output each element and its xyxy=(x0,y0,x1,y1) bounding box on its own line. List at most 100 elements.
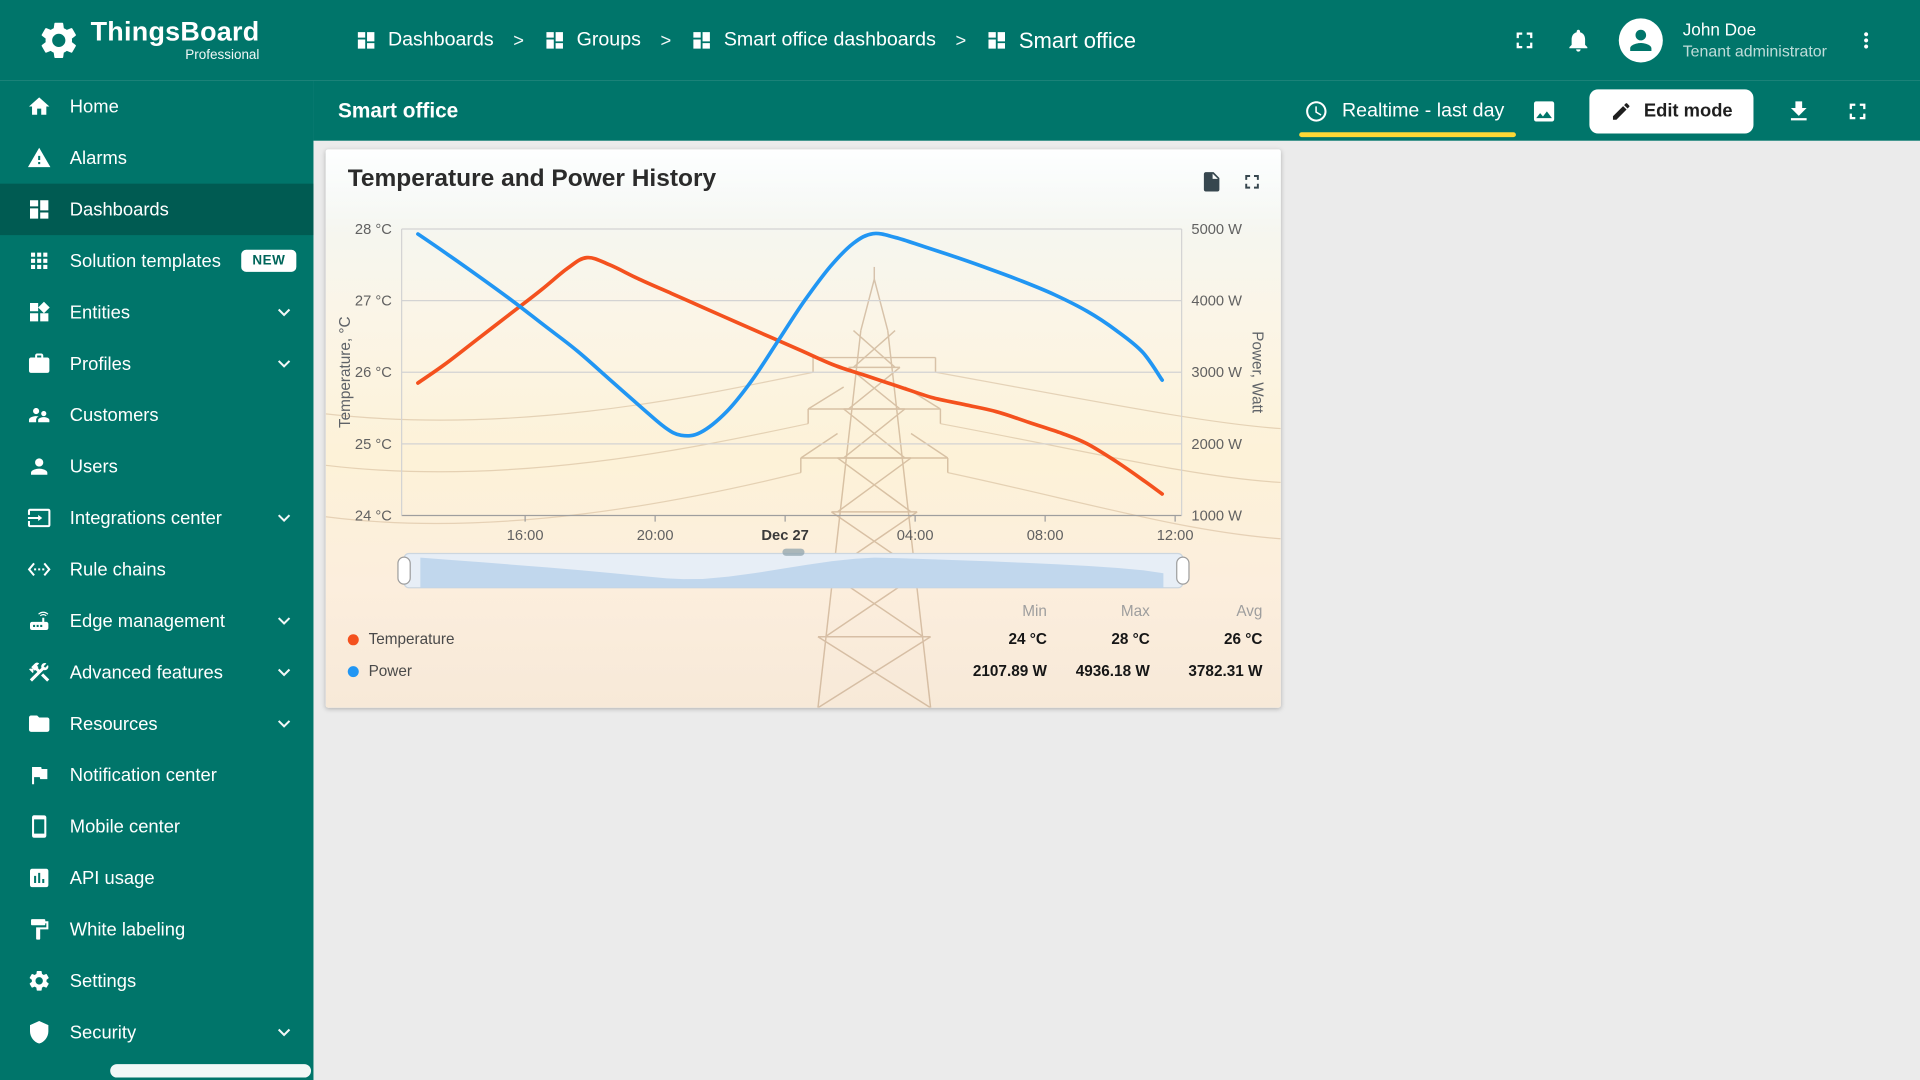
widget-temperature-power-history[interactable]: Temperature and Power History 28 °C 5000 … xyxy=(325,149,1281,708)
timewindow-underline xyxy=(1299,131,1517,137)
breadcrumb-item-groups[interactable]: Groups xyxy=(544,29,641,51)
legend-header-row: Min Max Avg xyxy=(348,599,1262,623)
widget-fullscreen-button[interactable] xyxy=(1236,165,1269,198)
breadcrumb-item-dashboards[interactable]: Dashboards xyxy=(355,29,494,51)
logo-subtitle: Professional xyxy=(185,47,260,63)
sidebar-item-label: White labeling xyxy=(69,918,186,940)
legend-series-temperature[interactable]: Temperature xyxy=(347,631,912,648)
new-badge: NEW xyxy=(241,249,297,272)
power-color-dot xyxy=(347,665,359,677)
svg-text:28 °C: 28 °C xyxy=(355,222,392,238)
notifications-button[interactable] xyxy=(1558,20,1600,62)
chevron-down-icon xyxy=(272,711,296,735)
sidebar-item-alarms[interactable]: Alarms xyxy=(0,132,313,183)
sidebar-item-dashboards[interactable]: Dashboards xyxy=(0,183,314,236)
sidebar-item-white-labeling[interactable]: White labeling xyxy=(0,904,313,955)
breadcrumb-separator: > xyxy=(660,30,672,51)
apps-icon xyxy=(27,249,51,273)
input-icon xyxy=(27,506,51,530)
breadcrumb-item-smart-office[interactable]: Smart office xyxy=(986,28,1136,54)
sidebar-item-entities[interactable]: Entities xyxy=(0,287,313,338)
dashboard-toolbar: Smart office Realtime - last day Edit mo… xyxy=(313,80,1920,141)
dashboard-grid-icon xyxy=(986,29,1008,51)
chevron-down-icon xyxy=(272,660,296,684)
sidebar-item-notification-center[interactable]: Notification center xyxy=(0,749,313,800)
app-logo[interactable]: ThingsBoard Professional xyxy=(37,18,260,62)
chevron-down-icon xyxy=(272,351,296,375)
svg-text:Power, Watt: Power, Watt xyxy=(1249,331,1266,414)
briefcase-icon xyxy=(27,351,51,375)
widget-export-button[interactable] xyxy=(1195,165,1228,198)
breadcrumb-item-smart-office-dashboards[interactable]: Smart office dashboards xyxy=(691,29,936,51)
svg-text:25 °C: 25 °C xyxy=(355,437,392,453)
slider-left-handle[interactable] xyxy=(397,556,411,585)
sidebar-item-label: Mobile center xyxy=(69,816,181,837)
dashboard-gallery-button[interactable] xyxy=(1524,90,1566,132)
slider-center-grip[interactable] xyxy=(782,548,805,556)
toolbar-fullscreen-icon xyxy=(1844,97,1871,124)
sidebar-item-home[interactable]: Home xyxy=(0,81,313,132)
dashboard-canvas: Temperature and Power History 28 °C 5000 … xyxy=(313,140,1920,1080)
legend-temperature-min: 24 °C xyxy=(1008,630,1047,648)
user-info[interactable]: John Doe Tenant administrator xyxy=(1683,20,1827,61)
avatar[interactable] xyxy=(1619,18,1664,63)
ethernet-icon xyxy=(27,557,51,581)
chevron-down-icon xyxy=(272,1020,296,1044)
more-menu-button[interactable] xyxy=(1847,21,1886,60)
home-icon xyxy=(27,94,51,118)
breadcrumb-label: Smart office dashboards xyxy=(723,29,936,51)
top-header: ThingsBoard Professional Dashboards > Grou… xyxy=(0,0,1920,81)
sidebar-item-label: Profiles xyxy=(69,353,132,375)
gear-icon xyxy=(27,969,51,993)
construction-icon xyxy=(27,660,51,684)
sidebar-scrollbar[interactable] xyxy=(110,1064,312,1078)
sidebar-item-advanced-features[interactable]: Advanced features xyxy=(0,647,313,698)
svg-text:04:00: 04:00 xyxy=(897,528,934,544)
breadcrumb: Dashboards > Groups > Smart office dashboard… xyxy=(355,28,1136,54)
sidebar-item-settings[interactable]: Settings xyxy=(0,955,313,1006)
chevron-down-icon xyxy=(272,609,296,633)
widget-header: Temperature and Power History xyxy=(326,149,1281,214)
sidebar-item-integrations-center[interactable]: Integrations center xyxy=(0,492,313,543)
fullscreen-button[interactable] xyxy=(1504,20,1546,62)
temperature-power-line-chart[interactable]: 28 °C 5000 W 27 °C 4000 W 26 °C 3000 W 25 °C 20… xyxy=(326,214,1281,547)
toolbar-fullscreen-button[interactable] xyxy=(1837,90,1879,132)
series-power xyxy=(416,231,1165,438)
svg-text:1000 W: 1000 W xyxy=(1191,508,1242,524)
sidebar-item-api-usage[interactable]: API usage xyxy=(0,852,313,903)
paint-icon xyxy=(27,917,51,941)
sidebar-item-label: Rule chains xyxy=(69,558,166,580)
svg-text:2000 W: 2000 W xyxy=(1191,437,1242,453)
legend-power-avg: 3782.31 W xyxy=(1188,662,1263,680)
widget-actions xyxy=(1195,165,1268,198)
thingsboard-logo-icon xyxy=(37,18,81,62)
sidebar-item-users[interactable]: Users xyxy=(0,441,313,492)
image-icon xyxy=(1531,97,1558,124)
sidebar-item-rule-chains[interactable]: Rule chains xyxy=(0,544,313,595)
sidebar-item-solution-templates[interactable]: Solution templates NEW xyxy=(0,235,313,286)
slider-right-handle[interactable] xyxy=(1176,556,1190,585)
time-range-slider[interactable] xyxy=(326,547,1281,596)
sidebar-item-customers[interactable]: Customers xyxy=(0,389,313,440)
timewindow-button[interactable]: Realtime - last day xyxy=(1299,94,1517,137)
export-dashboard-button[interactable] xyxy=(1778,90,1820,132)
sidebar-item-profiles[interactable]: Profiles xyxy=(0,338,313,389)
legend-power-max: 4936.18 W xyxy=(1075,662,1150,680)
shield-icon xyxy=(27,1020,51,1044)
dashboards-icon xyxy=(27,197,51,221)
sidebar-item-security[interactable]: Security xyxy=(0,1007,313,1058)
sidebar-item-label: Security xyxy=(69,1021,137,1043)
dashboard-grid-icon xyxy=(691,29,713,51)
logo-title: ThingsBoard xyxy=(90,15,260,47)
edit-mode-button[interactable]: Edit mode xyxy=(1589,88,1754,133)
sidebar-item-edge-management[interactable]: Edge management xyxy=(0,595,313,646)
sidebar-item-mobile-center[interactable]: Mobile center xyxy=(0,801,313,852)
pencil-icon xyxy=(1611,100,1633,122)
logo-text: ThingsBoard Professional xyxy=(91,18,260,62)
sidebar-item-label: Advanced features xyxy=(69,661,223,683)
legend-series-power[interactable]: Power xyxy=(347,662,912,680)
legend-temperature-max: 28 °C xyxy=(1111,630,1150,648)
svg-text:08:00: 08:00 xyxy=(1027,528,1064,544)
sidebar-item-label: Customers xyxy=(69,404,159,426)
sidebar-item-resources[interactable]: Resources xyxy=(0,698,313,749)
